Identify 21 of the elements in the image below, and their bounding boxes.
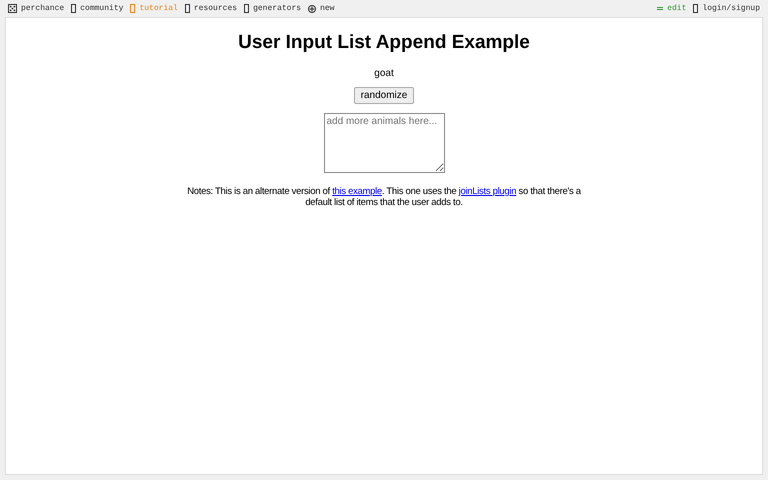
input-field[interactable]: add more animals here... [324,113,444,173]
add-icon [308,4,316,12]
glyph-icon [693,4,698,13]
page-title: User Input List Append Example [238,32,530,54]
nav-link[interactable]: login/signup [693,4,760,13]
nav-link[interactable]: generators [244,4,302,13]
text-link[interactable]: joinLists plugin [458,186,516,197]
generated-output: goat [374,68,394,79]
glyph-icon [130,4,136,13]
pencil-icon [657,6,664,11]
randomize-button[interactable]: randomize [354,87,414,104]
home-link[interactable]: perchance [8,4,64,13]
text-link[interactable]: this example [332,186,382,197]
nav-link[interactable]: resources [184,4,238,13]
dice-icon [8,4,17,13]
glyph-icon [244,4,250,13]
glyph-icon [184,4,190,13]
glyph-icon [71,4,76,13]
notes-paragraph: Notes: This is an alternate version of this example. This one uses the joinLists plugin so that there's a default list of items that the user adds to. [186,186,582,208]
nav-link[interactable]: community [71,4,124,13]
nav-link[interactable]: new [308,4,334,13]
